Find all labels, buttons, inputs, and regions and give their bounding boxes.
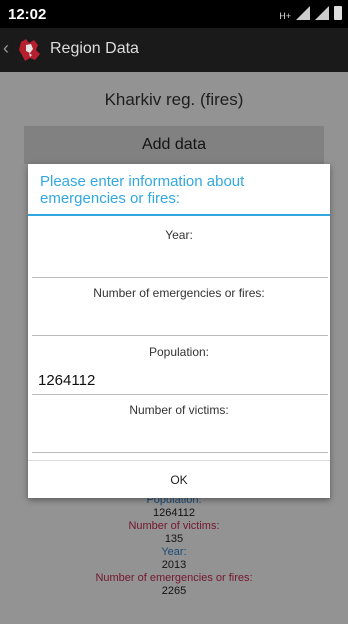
year-field-label: Year:: [165, 228, 193, 242]
status-icons: H+: [279, 6, 342, 21]
data-entry-dialog: Please enter information about emergenci…: [28, 164, 330, 498]
action-bar: ‹ Region Data: [0, 28, 348, 72]
status-bar: 12:02 H+: [0, 0, 348, 28]
population-input[interactable]: [32, 367, 328, 395]
victims-field-label: Number of victims:: [129, 403, 229, 417]
emergencies-field-label: Number of emergencies or fires:: [93, 286, 265, 300]
dialog-title: Please enter information about emergenci…: [40, 173, 245, 207]
app-logo-icon[interactable]: [16, 36, 44, 64]
signal-icon: [296, 6, 310, 20]
network-type-icon: H+: [279, 11, 291, 21]
ok-button[interactable]: OK: [28, 461, 330, 498]
signal-icon-2: [315, 6, 329, 20]
dialog-divider: [28, 214, 330, 216]
emergencies-input[interactable]: [32, 308, 328, 336]
year-input[interactable]: [32, 250, 328, 278]
population-field-label: Population:: [148, 345, 210, 359]
victims-input[interactable]: [32, 425, 328, 453]
status-time: 12:02: [8, 6, 47, 23]
chevron-left-icon[interactable]: ‹: [3, 38, 9, 59]
dialog-footer: OK: [28, 460, 330, 498]
battery-icon: [334, 6, 342, 20]
app-title: Region Data: [50, 40, 139, 57]
